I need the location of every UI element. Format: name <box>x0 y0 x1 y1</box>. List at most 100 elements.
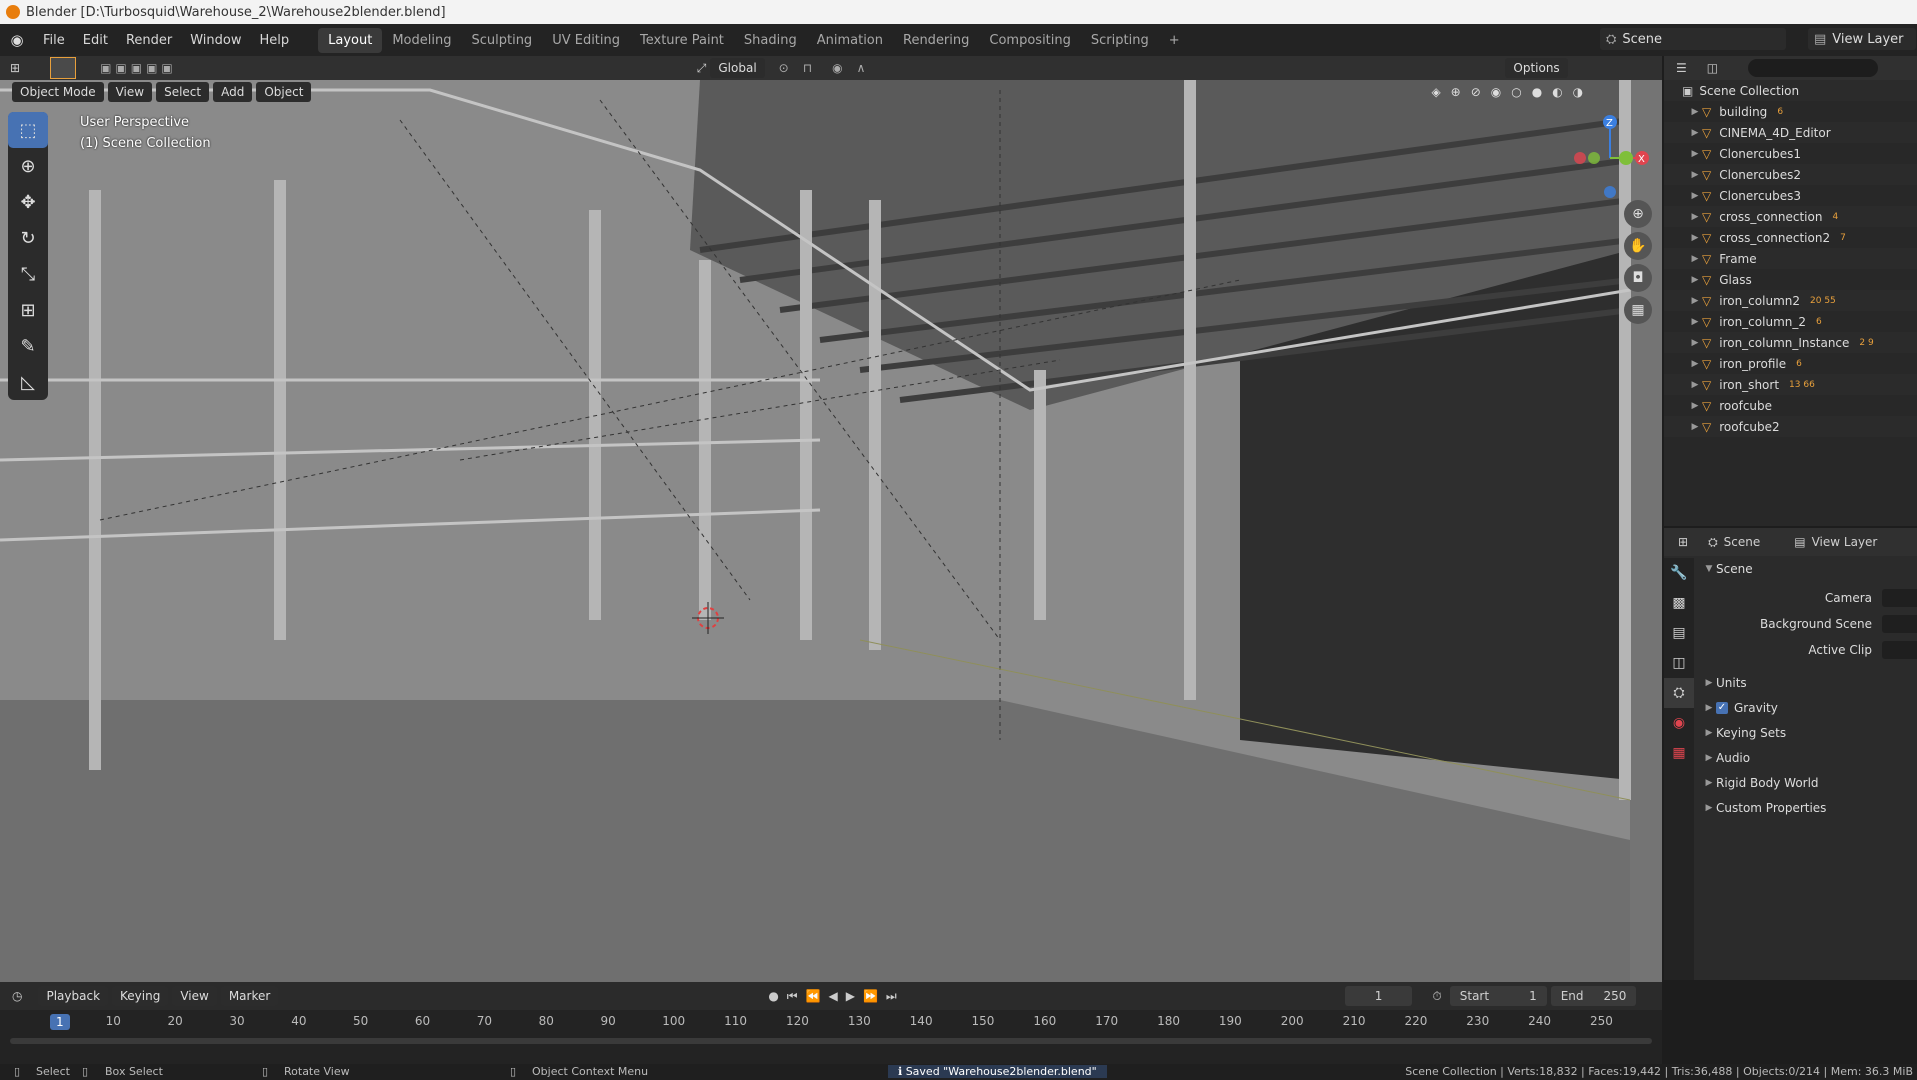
custom-properties-section[interactable]: ▶ Custom Properties <box>1702 801 1827 815</box>
expand-arrow-icon[interactable]: ▶ <box>1688 107 1702 117</box>
options-dropdown[interactable]: Options <box>1505 58 1568 78</box>
outliner-editor-icon[interactable]: ☰ <box>1676 61 1687 75</box>
expand-arrow-icon[interactable]: ▶ <box>1688 338 1702 348</box>
expand-arrow-icon[interactable]: ▶ <box>1688 380 1702 390</box>
menu-view[interactable]: View <box>107 82 153 102</box>
grid-ortho-icon[interactable]: ▦ <box>1624 296 1652 324</box>
marker-menu[interactable]: Marker <box>220 986 279 1006</box>
expand-arrow-icon[interactable]: ▶ <box>1688 317 1702 327</box>
expand-arrow-icon[interactable]: ▶ <box>1688 149 1702 159</box>
outliner-item[interactable]: ▶ ▽ Glass <box>1664 269 1917 290</box>
rotate-tool-icon[interactable]: ↻ <box>8 220 48 256</box>
menu-object[interactable]: Object <box>256 82 312 102</box>
tab-animation[interactable]: Animation <box>807 28 893 53</box>
snap-icon[interactable]: ⊓ <box>803 61 812 75</box>
outliner-item[interactable]: ▶ ▽ building 6 <box>1664 101 1917 122</box>
proportional-edit-icon[interactable]: ◉ <box>832 61 842 75</box>
tab-layout[interactable]: Layout <box>318 27 383 53</box>
select-tool-icon[interactable] <box>50 57 77 79</box>
menu-render[interactable]: Render <box>117 33 181 48</box>
expand-arrow-icon[interactable]: ▶ <box>1688 233 1702 243</box>
tab-rendering[interactable]: Rendering <box>893 28 979 53</box>
scene-panel-header[interactable]: ▼ Scene <box>1702 562 1753 576</box>
measure-tool-icon[interactable]: ◺ <box>8 364 48 400</box>
display-mode-icon[interactable]: ◫ <box>1707 61 1718 75</box>
pivot-icon[interactable]: ⊙ <box>779 61 789 75</box>
view-layer-tab-icon[interactable]: ◫ <box>1664 648 1694 678</box>
outliner-item[interactable]: ▶ ▽ cross_connection 4 <box>1664 206 1917 227</box>
tab-uv-editing[interactable]: UV Editing <box>542 28 630 53</box>
start-frame-field[interactable]: Start 1 <box>1449 986 1547 1006</box>
active-clip-field[interactable] <box>1882 641 1917 659</box>
output-tab-icon[interactable]: ▤ <box>1664 618 1694 648</box>
outliner-item[interactable]: ▶ ▽ roofcube2 <box>1664 416 1917 437</box>
header-view-layer-label[interactable]: View Layer <box>1812 535 1878 549</box>
keying-sets-section[interactable]: ▶ Keying Sets <box>1702 726 1787 740</box>
select-box-tool-icon[interactable]: ⬚ <box>8 112 48 148</box>
view-layer-selector[interactable]: ▤ View Layer <box>1808 28 1916 50</box>
scene-collection-row[interactable]: ▣ Scene Collection <box>1664 80 1917 101</box>
timeline-ruler[interactable]: 1 10 20 30 40 50 60 70 80 90 100 110 120 130 140 150 160… <box>0 1010 1662 1034</box>
expand-arrow-icon[interactable]: ▶ <box>1688 170 1702 180</box>
pan-hand-icon[interactable]: ✋ <box>1624 232 1652 260</box>
outliner-item[interactable]: ▶ ▽ iron_column_Instance 2 9 <box>1664 332 1917 353</box>
expand-arrow-icon[interactable]: ▶ <box>1688 296 1702 306</box>
timeline-view-menu[interactable]: View <box>172 986 217 1006</box>
tab-modeling[interactable]: Modeling <box>382 28 461 53</box>
tab-compositing[interactable]: Compositing <box>979 28 1081 53</box>
world-tab-icon[interactable]: ◉ <box>1664 708 1694 738</box>
current-frame-field[interactable]: 1 <box>1344 986 1413 1006</box>
expand-arrow-icon[interactable]: ▶ <box>1688 212 1702 222</box>
outliner-item[interactable]: ▶ ▽ Clonercubes3 <box>1664 185 1917 206</box>
annotate-tool-icon[interactable]: ✎ <box>8 328 48 364</box>
background-scene-field[interactable] <box>1882 615 1917 633</box>
expand-arrow-icon[interactable]: ▶ <box>1688 359 1702 369</box>
transform-orientation-dropdown[interactable]: Global <box>710 58 765 78</box>
outliner-item[interactable]: ▶ ▽ iron_column2 20 55 <box>1664 290 1917 311</box>
scene-selector[interactable]: ⛭ Scene <box>1600 28 1786 50</box>
falloff-icon[interactable]: ∧ <box>857 61 866 75</box>
menu-add[interactable]: Add <box>213 82 253 102</box>
editor-type-icon[interactable]: ⊞ <box>10 61 20 75</box>
gravity-section[interactable]: ▶ ✓ Gravity <box>1702 701 1778 715</box>
outliner-item[interactable]: ▶ ▽ iron_short 13 66 <box>1664 374 1917 395</box>
header-scene-label[interactable]: Scene <box>1724 535 1761 549</box>
tool-tab-icon[interactable]: 🔧 <box>1664 558 1694 588</box>
menu-help[interactable]: Help <box>251 33 299 48</box>
outliner-search-input[interactable] <box>1748 59 1879 77</box>
zoom-icon[interactable]: ⊕ <box>1624 200 1652 228</box>
expand-arrow-icon[interactable]: ▶ <box>1688 422 1702 432</box>
scale-tool-icon[interactable]: ⤡ <box>8 256 48 292</box>
3d-viewport[interactable]: X Z <box>0 80 1662 982</box>
add-workspace-button[interactable]: + <box>1159 28 1190 53</box>
selection-mode-icons[interactable]: ▣▣▣▣▣ <box>100 61 177 75</box>
mode-dropdown[interactable]: Object Mode <box>12 82 104 102</box>
texture-tab-icon[interactable]: ▦ <box>1664 738 1694 768</box>
keying-menu[interactable]: Keying <box>112 986 169 1006</box>
outliner-item[interactable]: ▶ ▽ Clonercubes1 <box>1664 143 1917 164</box>
timeline-scrollbar[interactable] <box>10 1038 1652 1044</box>
move-tool-icon[interactable]: ✥ <box>8 184 48 220</box>
units-section[interactable]: ▶ Units <box>1702 676 1747 690</box>
rigid-body-world-section[interactable]: ▶ Rigid Body World <box>1702 776 1819 790</box>
camera-view-icon[interactable]: ◘ <box>1624 264 1652 292</box>
expand-arrow-icon[interactable]: ▶ <box>1688 128 1702 138</box>
gravity-checkbox[interactable]: ✓ <box>1716 702 1728 714</box>
expand-arrow-icon[interactable]: ▶ <box>1688 401 1702 411</box>
render-tab-icon[interactable]: ▩ <box>1664 588 1694 618</box>
stopwatch-icon[interactable]: ⏱ <box>1432 989 1441 1004</box>
transform-tool-icon[interactable]: ⊞ <box>8 292 48 328</box>
outliner-item[interactable]: ▶ ▽ CINEMA_4D_Editor <box>1664 122 1917 143</box>
expand-arrow-icon[interactable]: ▶ <box>1688 191 1702 201</box>
viewport-shading-icons[interactable]: ◈⊕⊘◉○●◐◑ <box>1431 85 1593 99</box>
blender-menu-icon[interactable]: ◉ <box>0 31 34 49</box>
tab-texture-paint[interactable]: Texture Paint <box>630 28 734 53</box>
outliner-item[interactable]: ▶ ▽ roofcube <box>1664 395 1917 416</box>
outliner-item[interactable]: ▶ ▽ Clonercubes2 <box>1664 164 1917 185</box>
tab-shading[interactable]: Shading <box>734 28 807 53</box>
audio-section[interactable]: ▶ Audio <box>1702 751 1751 765</box>
tab-sculpting[interactable]: Sculpting <box>461 28 542 53</box>
end-frame-field[interactable]: End 250 <box>1550 986 1637 1006</box>
playback-menu[interactable]: Playback <box>38 986 109 1006</box>
outliner-item[interactable]: ▶ ▽ Frame <box>1664 248 1917 269</box>
